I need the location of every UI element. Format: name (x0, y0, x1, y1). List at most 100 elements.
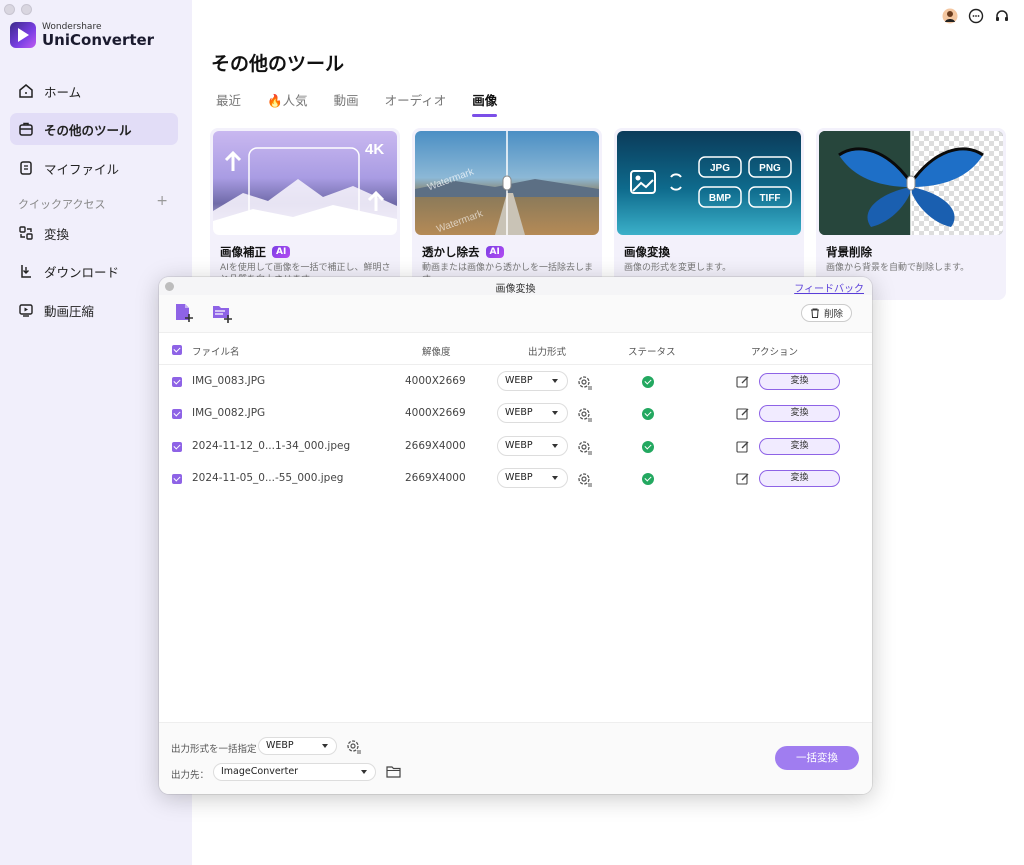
format-select[interactable]: WEBP (497, 468, 568, 488)
tab-audio[interactable]: オーディオ (385, 90, 447, 109)
settings-gear-icon[interactable] (577, 471, 593, 487)
convert-button[interactable]: 変換 (759, 405, 840, 422)
column-filename: ファイル名 (192, 347, 240, 358)
card-title: 画像変換 (624, 244, 670, 260)
tab-image[interactable]: 画像 (472, 90, 498, 117)
add-file-icon[interactable] (173, 302, 195, 324)
row-checkbox[interactable] (172, 377, 182, 387)
status-success-icon (642, 408, 654, 420)
window-controls (4, 4, 32, 15)
image-enhance-thumbnail: 4K (213, 131, 397, 235)
card-description: 画像から背景を自動で削除します。 (826, 263, 970, 273)
edit-icon[interactable] (736, 472, 750, 486)
support-icon[interactable] (994, 8, 1010, 24)
status-success-icon (642, 441, 654, 453)
batch-format-select[interactable]: WEBP (258, 737, 337, 755)
sidebar-item-download[interactable]: ダウンロード (10, 255, 178, 287)
edit-icon[interactable] (736, 375, 750, 389)
batch-format-label: 出力形式を一括指定 (171, 744, 257, 755)
convert-all-button[interactable]: 一括変換 (775, 746, 859, 770)
format-select[interactable]: WEBP (497, 371, 568, 391)
settings-gear-icon[interactable] (577, 439, 593, 455)
sidebar-item-label: 変換 (44, 226, 70, 242)
app-logo: Wondershare UniConverter (10, 22, 154, 48)
delete-button[interactable]: 削除 (800, 304, 852, 322)
sidebar-item-compress[interactable]: 動画圧縮 (10, 294, 178, 326)
uniconverter-logo-icon (10, 22, 36, 48)
card-title-text: 画像補正 (220, 245, 266, 259)
card-title: 透かし除去 AI (422, 244, 504, 260)
compress-icon (19, 304, 33, 317)
dialog-title: 画像変換 (495, 284, 536, 295)
batch-settings-gear-icon[interactable] (346, 738, 362, 754)
brand-name: UniConverter (42, 31, 155, 49)
4k-badge: 4K (365, 141, 384, 158)
watermark-text: Watermark (435, 208, 485, 235)
row-checkbox[interactable] (172, 409, 182, 419)
image-converter-thumbnail: JPG PNG BMP TIFF (617, 131, 801, 235)
convert-button[interactable]: 変換 (759, 438, 840, 455)
sidebar-item-label: ホーム (44, 84, 82, 100)
card-description: 画像の形式を変更します。 (624, 263, 732, 273)
minimize-window-button[interactable] (21, 4, 32, 15)
tool-card-watermark-remover[interactable]: Watermark Watermark 透かし除去 AI 動画または画像から透かし… (412, 128, 602, 300)
tool-card-background-remover[interactable]: 背景削除 画像から背景を自動で削除します。 (816, 128, 1006, 300)
sidebar-item-convert[interactable]: 変換 (10, 217, 178, 249)
row-checkbox[interactable] (172, 442, 182, 452)
convert-button[interactable]: 変換 (759, 470, 840, 487)
toolbox-icon (19, 122, 33, 136)
delete-label: 削除 (823, 309, 843, 320)
sidebar-item-myfiles[interactable]: マイファイル (10, 152, 178, 184)
account-icon[interactable] (942, 8, 958, 24)
row-resolution: 4000X2669 (405, 375, 466, 387)
card-title: 背景削除 (826, 244, 872, 260)
row-checkbox[interactable] (172, 474, 182, 484)
close-window-button[interactable] (4, 4, 15, 15)
trash-icon (810, 308, 819, 318)
quick-access-header: クイックアクセス + (18, 194, 168, 212)
message-icon[interactable] (968, 8, 984, 24)
edit-icon[interactable] (736, 440, 750, 454)
table-row: 2024-11-12_0...1-34_000.jpeg 2669X4000 W… (159, 431, 872, 463)
select-all-checkbox[interactable] (172, 345, 182, 355)
format-png: PNG (759, 163, 781, 174)
row-resolution: 4000X2669 (405, 407, 466, 419)
tool-card-image-converter[interactable]: JPG PNG BMP TIFF 画像変換 画像の形式を変更します。 (614, 128, 804, 300)
tab-recent[interactable]: 最近 (216, 90, 241, 109)
settings-gear-icon[interactable] (577, 406, 593, 422)
dialog-footer: 出力形式を一括指定 WEBP 出力先： ImageConverter 一括変換 (159, 722, 872, 794)
tool-card-image-enhance[interactable]: 4K 画像補正AI AIを使用して画像を一括で補正し、鮮明さと品質を向上させます… (210, 128, 400, 300)
table-row: 2024-11-05_0...-55_000.jpeg 2669X4000 WE… (159, 463, 872, 495)
table-row: IMG_0082.JPG 4000X2669 WEBP 変換 (159, 398, 872, 430)
header-icons (942, 8, 1010, 24)
add-folder-icon[interactable] (211, 302, 233, 324)
sidebar-item-label: マイファイル (44, 161, 120, 177)
dialog-toolbar: 削除 (159, 295, 872, 333)
format-select[interactable]: WEBP (497, 436, 568, 456)
feedback-link[interactable]: フィードバック (794, 280, 864, 295)
table-header: ファイル名 解像度 出力形式 ステータス アクション (159, 333, 872, 365)
edit-icon[interactable] (736, 407, 750, 421)
column-resolution: 解像度 (422, 347, 451, 358)
format-jpg: JPG (710, 163, 730, 174)
tab-popular[interactable]: 🔥人気 (267, 90, 308, 109)
settings-gear-icon[interactable] (577, 374, 593, 390)
convert-icon (19, 226, 33, 240)
column-action: アクション (751, 347, 799, 358)
card-title-text: 背景削除 (826, 245, 872, 259)
row-filename: 2024-11-12_0...1-34_000.jpeg (192, 440, 351, 452)
quick-access-label: クイックアクセス (18, 198, 106, 211)
quick-access-add-button[interactable]: + (156, 194, 168, 212)
convert-button[interactable]: 変換 (759, 373, 840, 390)
output-folder-select[interactable]: ImageConverter (213, 763, 376, 781)
output-label: 出力先： (171, 770, 210, 781)
table-row: IMG_0083.JPG 4000X2669 WEBP 変換 (159, 366, 872, 398)
format-select[interactable]: WEBP (497, 403, 568, 423)
tab-video[interactable]: 動画 (334, 90, 359, 109)
format-bmp: BMP (709, 193, 732, 204)
sidebar-item-tools[interactable]: その他のツール (10, 113, 178, 145)
background-remover-thumbnail (819, 131, 1003, 235)
folder-icon[interactable] (386, 765, 401, 778)
column-format: 出力形式 (528, 347, 567, 358)
sidebar-item-home[interactable]: ホーム (10, 75, 178, 107)
